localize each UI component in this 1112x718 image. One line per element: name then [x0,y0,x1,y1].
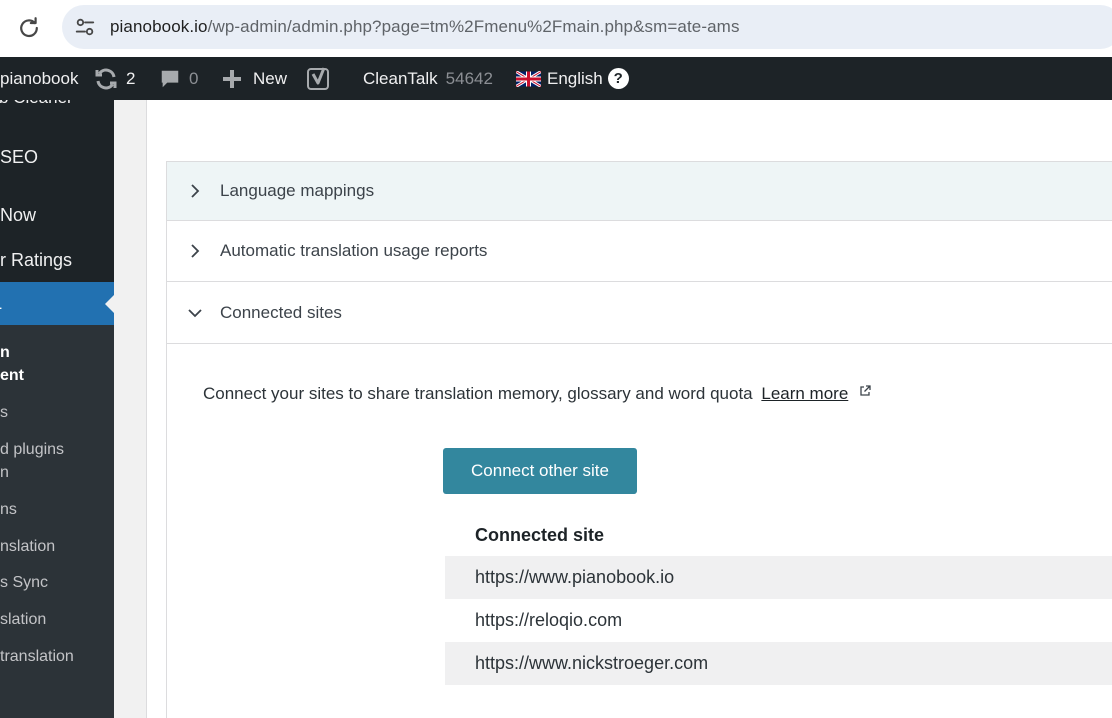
language-label: English [547,68,603,88]
sidebar-item-now[interactable]: Now [0,205,36,226]
updates-icon [95,68,117,89]
chevron-down-icon [188,308,202,317]
site-name-link[interactable]: pianobook [0,57,78,100]
site-info-icon[interactable] [74,16,96,38]
description-text: Connect your sites to share translation … [203,384,753,403]
language-switcher[interactable]: English ? [516,57,629,100]
submenu-item-string-translation[interactable]: nslation [0,536,55,558]
submenu-item-management-2[interactable]: ent [0,365,24,387]
learn-more-link[interactable]: Learn more [761,384,848,403]
cleantalk-label: CleanTalk [363,68,438,88]
connected-sites-description: Connect your sites to share translation … [203,384,871,404]
accordion-label: Connected sites [220,302,342,322]
updates-count: 2 [126,68,136,88]
chevron-right-icon [191,184,200,198]
address-bar[interactable]: pianobook.io/wp-admin/admin.php?page=tm%… [62,5,1112,49]
chevron-right-icon [191,244,200,258]
yoast-menu[interactable] [307,57,331,100]
sidebar-current-label: L [0,293,2,314]
plus-icon [223,69,241,88]
updates-link[interactable]: 2 [94,57,135,100]
cleantalk-menu[interactable]: CleanTalk 54642 [363,57,493,100]
submenu-item-management-1[interactable]: n [0,342,10,364]
help-icon[interactable]: ? [607,68,629,89]
sidebar-item-ratings[interactable]: r Ratings [0,250,72,271]
comment-icon [161,70,179,87]
submenu-item-languages[interactable]: s [0,402,8,424]
accordion-connected-sites[interactable]: Connected sites [166,281,1112,344]
submenu-item-themes-plugins-2[interactable]: n [0,462,9,484]
submenu-item-themes-plugins[interactable]: d plugins [0,439,64,461]
site-name: pianobook [0,68,79,88]
submenu-item-sync[interactable]: s Sync [0,572,48,594]
submenu-item-taxonomy-translation[interactable]: slation [0,609,46,631]
yoast-icon [307,66,329,90]
accordion-usage-reports[interactable]: Automatic translation usage reports [166,220,1112,282]
comments-link[interactable]: 0 [159,57,198,100]
table-row: https://www.pianobook.io [445,556,1112,599]
accordion-language-mappings[interactable]: Language mappings [166,161,1112,221]
sidebar-submenu: n ent s d plugins n ns nslation s Sync s… [0,325,114,718]
cleantalk-count: 54642 [445,68,493,88]
accordion-label: Automatic translation usage reports [220,241,488,260]
submenu-item-settings[interactable]: ns [0,499,17,521]
sidebar-item-seo[interactable]: SEO [0,147,38,168]
comments-count: 0 [189,68,199,88]
new-label: New [253,68,288,88]
external-link-icon[interactable] [859,385,871,397]
reload-icon[interactable] [18,17,40,39]
sidebar-item-cleaner[interactable]: b Cleaner [0,100,73,108]
wp-admin-bar: pianobook 2 0 New CleanTalk 54642 Englis… [0,57,1112,100]
submenu-item-translation[interactable]: translation [0,646,74,668]
table-row: https://www.nickstroeger.com [445,642,1112,685]
connected-sites-table: Connected site https://www.pianobook.io … [445,515,1112,685]
sidebar-item-current[interactable]: L [0,282,114,325]
accordion-label: Language mappings [220,181,375,200]
connect-other-site-button[interactable]: Connect other site [443,448,637,494]
table-row: https://reloqio.com [475,610,623,630]
admin-sidebar: b Cleaner SEO Now r Ratings L n ent s d … [0,100,114,718]
new-content-link[interactable]: New [222,57,287,100]
url-text[interactable]: pianobook.io/wp-admin/admin.php?page=tm%… [110,17,740,37]
table-header: Connected site [475,525,605,545]
uk-flag-icon [516,70,541,87]
browser-toolbar: pianobook.io/wp-admin/admin.php?page=tm%… [0,0,1112,57]
